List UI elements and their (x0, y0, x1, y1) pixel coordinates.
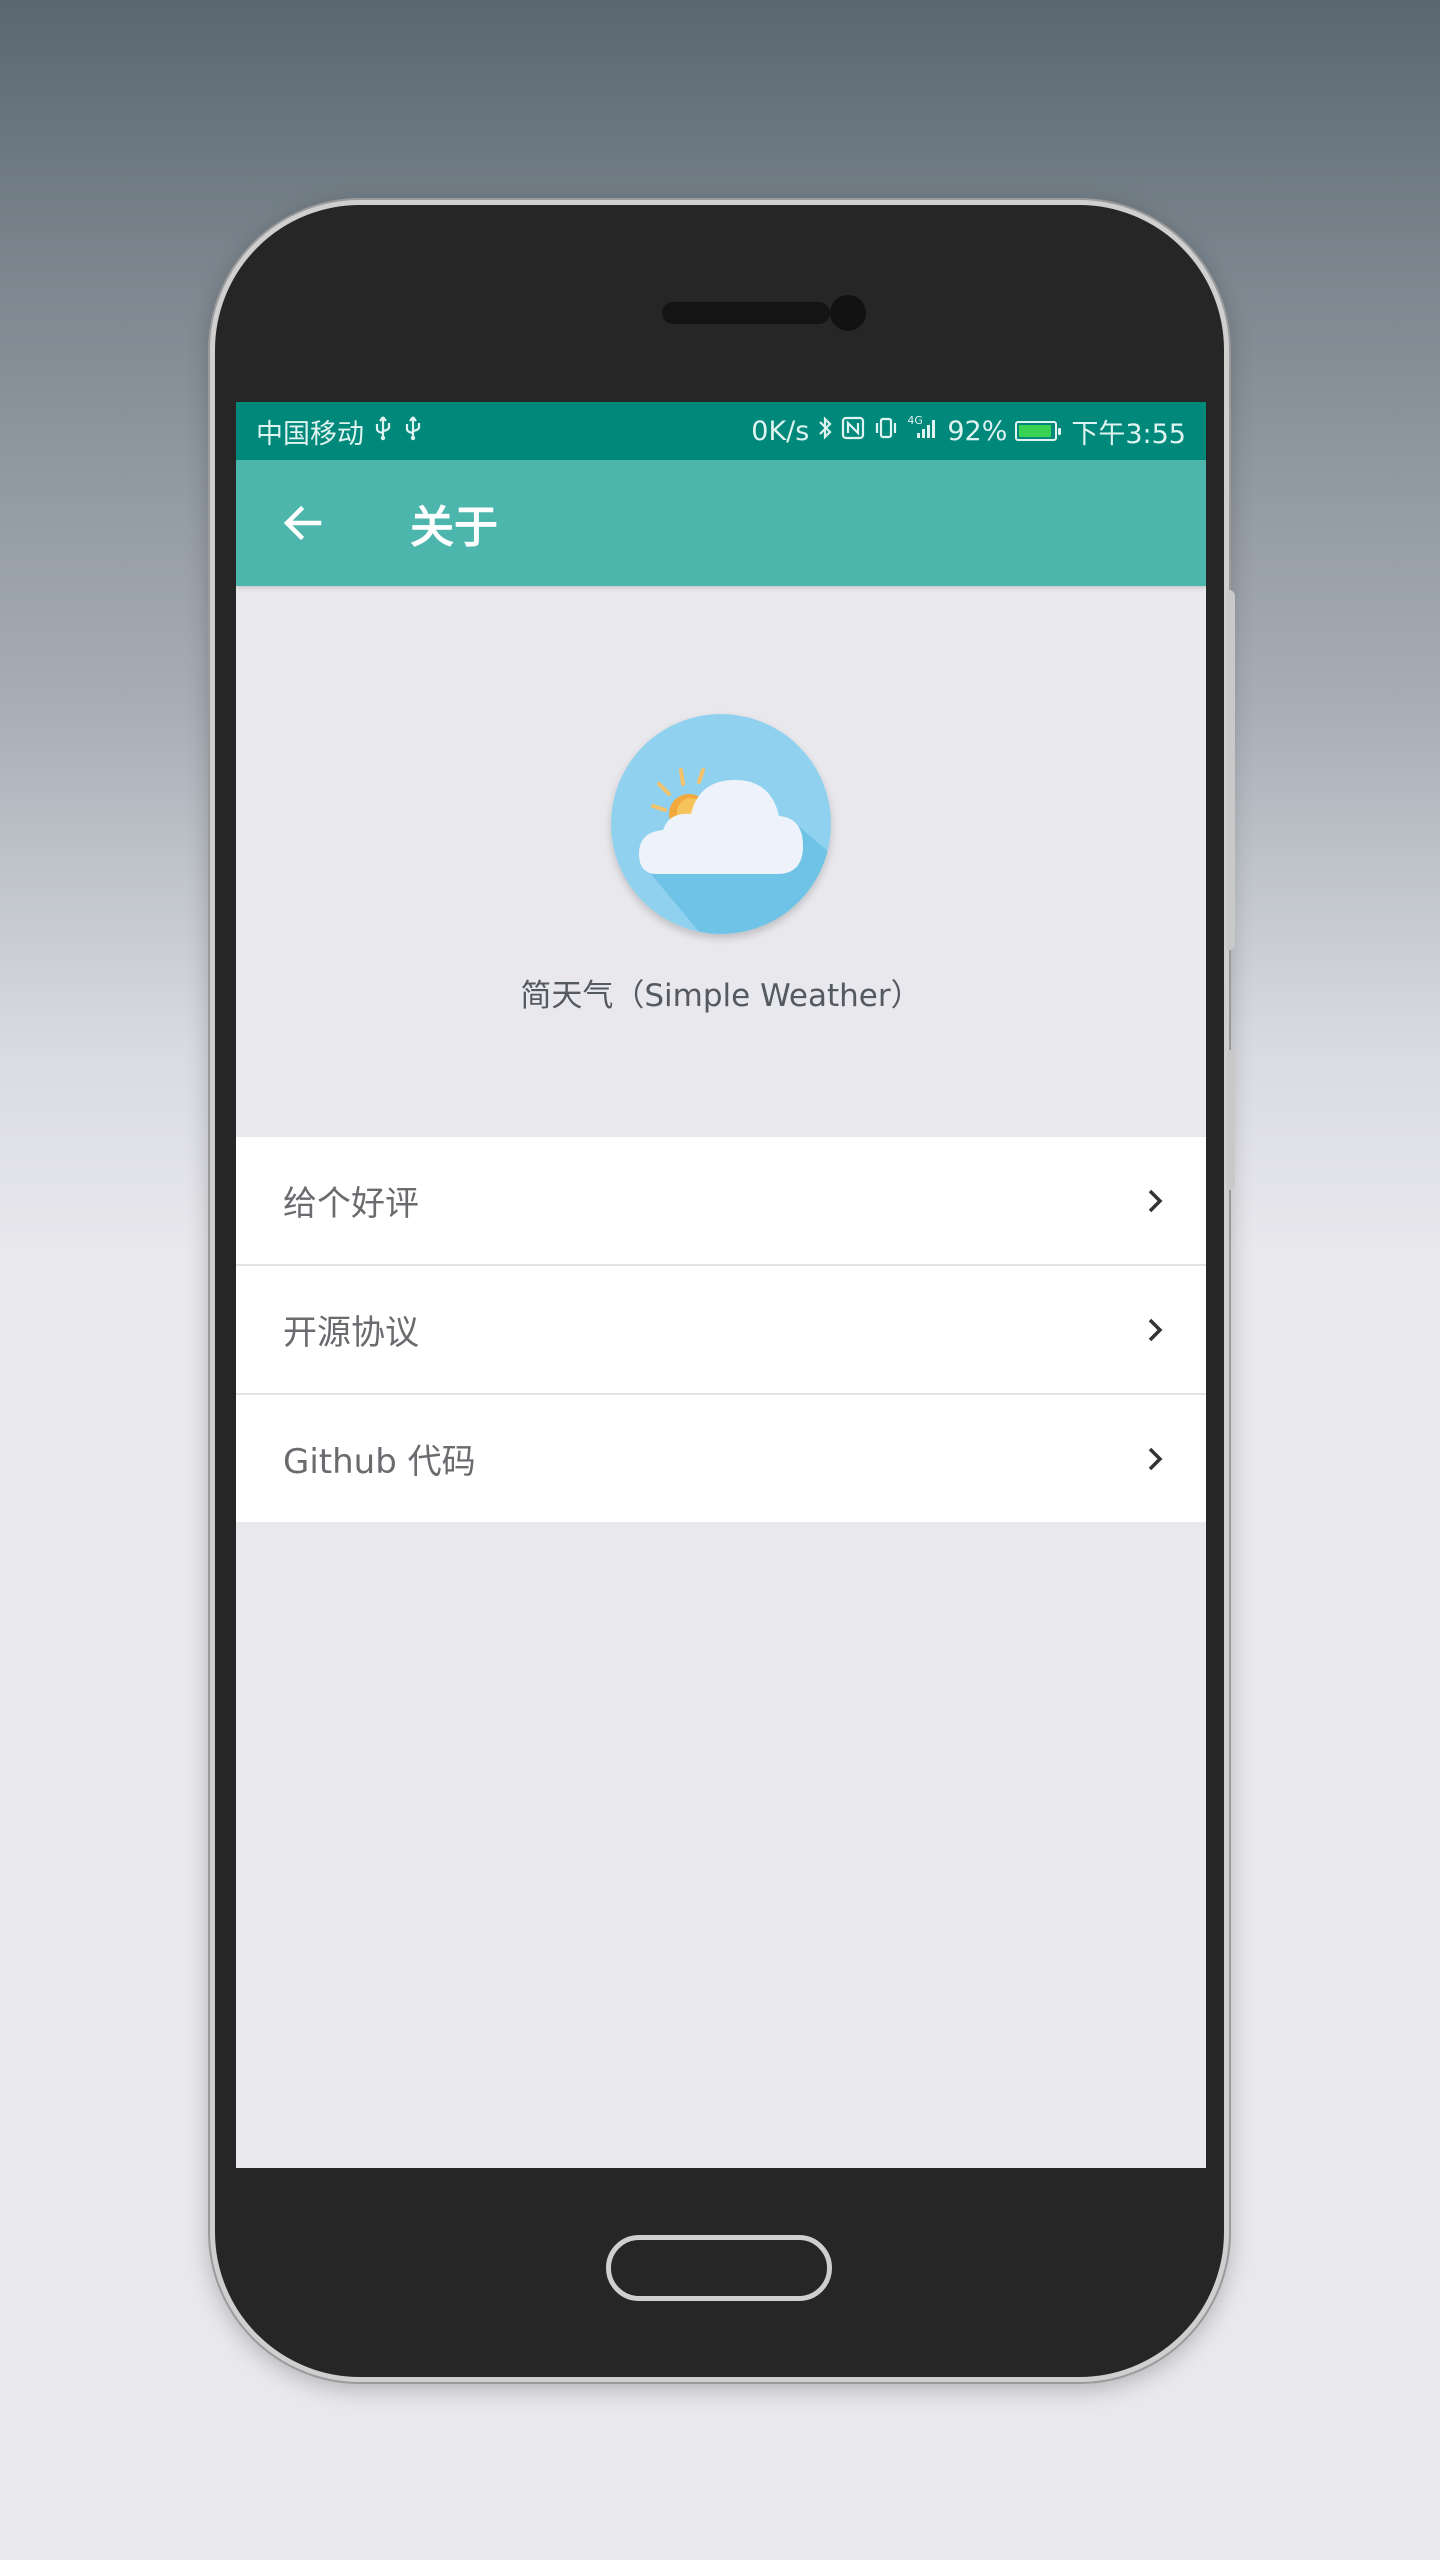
menu-item-license[interactable]: 开源协议 (236, 1266, 1206, 1395)
menu-item-github[interactable]: Github 代码 (236, 1395, 1206, 1522)
net-speed: 0K/s (751, 415, 810, 447)
back-button[interactable] (258, 478, 348, 568)
vibrate-icon (873, 416, 899, 447)
menu-item-label: 给个好评 (283, 1184, 419, 1224)
network-type-label: 4G (907, 413, 923, 427)
app-bar: 关于 (236, 460, 1206, 586)
earpiece-speaker (662, 302, 830, 324)
chevron-right-icon (1140, 1444, 1170, 1474)
chevron-right-icon (1140, 1315, 1170, 1345)
power-button (1227, 1050, 1235, 1190)
menu-item-rate[interactable]: 给个好评 (236, 1137, 1206, 1266)
battery-fill (1019, 425, 1051, 437)
bluetooth-icon (817, 415, 833, 448)
signal-icon: 4G (907, 413, 939, 447)
status-right: 0K/s 4G 92% 下午3:55 (751, 412, 1186, 451)
app-name: 简天气（Simple Weather） (520, 978, 922, 1014)
nfc-icon (841, 416, 865, 447)
clock: 下午3:55 (1071, 418, 1186, 450)
status-left: 中国移动 (256, 412, 424, 451)
volume-button (1227, 590, 1235, 950)
menu-item-label: Github 代码 (283, 1442, 476, 1482)
screen: 中国移动 0K/s 4G 92% 下午3:55 关于 简天气（Simple We… (236, 402, 1206, 2168)
status-bar: 中国移动 0K/s 4G 92% 下午3:55 (236, 402, 1206, 460)
carrier-label: 中国移动 (256, 418, 364, 450)
usb-icon (402, 415, 424, 448)
app-logo (611, 714, 831, 934)
chevron-right-icon (1140, 1186, 1170, 1216)
battery-icon (1015, 421, 1062, 441)
page-title: 关于 (410, 502, 498, 553)
front-camera (830, 295, 866, 331)
usb-icon (372, 415, 394, 448)
arrow-left-icon (283, 505, 322, 541)
menu-list: 给个好评 开源协议 Github 代码 (236, 1137, 1206, 1522)
battery-percent: 92% (947, 415, 1008, 447)
weather-cloud-sun-icon (611, 714, 831, 934)
home-button[interactable] (606, 2235, 832, 2301)
menu-item-label: 开源协议 (283, 1313, 419, 1353)
